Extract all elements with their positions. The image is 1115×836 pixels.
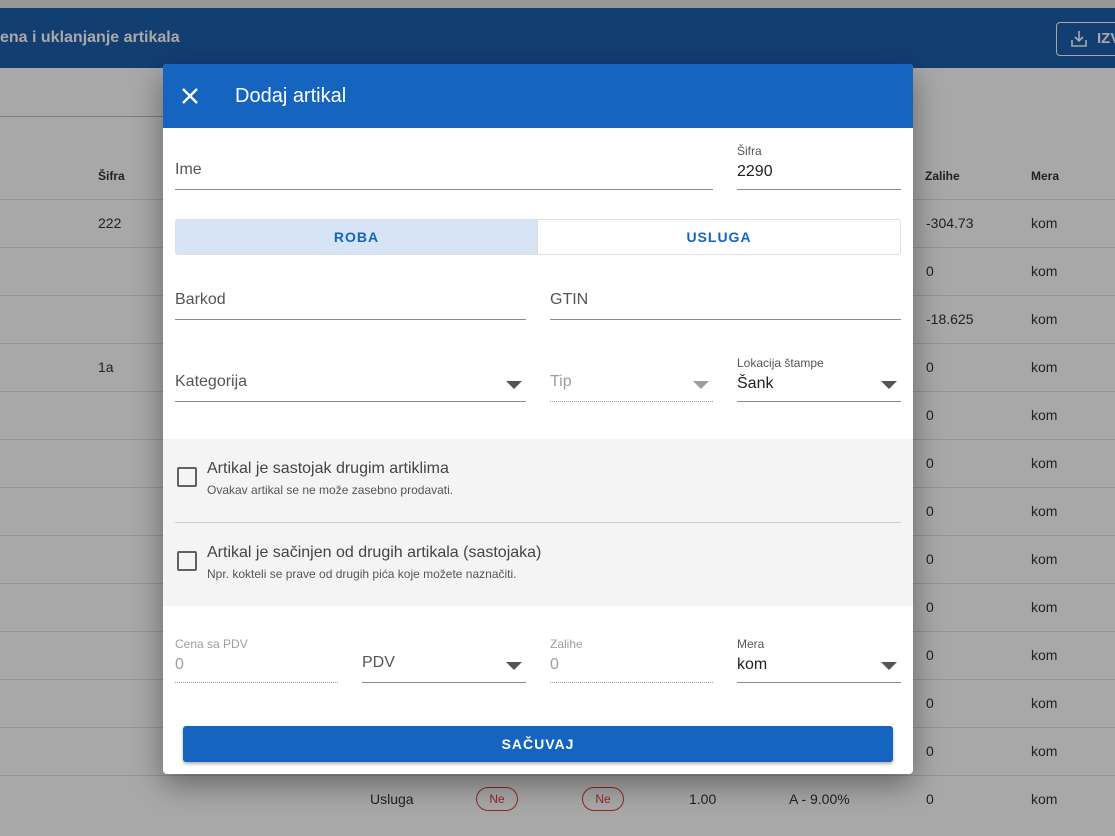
chevron-down-icon — [693, 381, 709, 389]
barcode-underline — [175, 319, 526, 320]
composite-checkbox[interactable] — [177, 551, 197, 571]
ingredient-option[interactable]: Artikal je sastojak drugim artiklima Ova… — [175, 460, 901, 520]
options-divider — [175, 522, 901, 523]
unit-select[interactable]: Mera kom — [737, 637, 901, 687]
vat-select[interactable]: PDV — [362, 637, 526, 687]
stock-value: 0 — [550, 656, 559, 673]
item-type-toggle: ROBA USLUGA — [175, 219, 901, 255]
stock-label: Zalihe — [550, 637, 583, 651]
toggle-service[interactable]: USLUGA — [538, 220, 900, 254]
chevron-down-icon — [506, 662, 522, 670]
barcode-label: Barkod — [175, 291, 226, 308]
chevron-down-icon — [881, 662, 897, 670]
code-underline — [737, 189, 901, 190]
price-underline — [175, 682, 338, 683]
price-value: 0 — [175, 656, 184, 673]
dialog-header: Dodaj artikal — [163, 64, 913, 128]
name-label: Ime — [175, 161, 202, 178]
ingredient-title: Artikal je sastojak drugim artiklima — [207, 460, 449, 477]
close-icon — [182, 88, 198, 104]
save-button[interactable]: SAČUVAJ — [183, 726, 893, 762]
unit-underline — [737, 682, 901, 683]
unit-label: Mera — [737, 637, 765, 651]
ingredient-checkbox[interactable] — [177, 467, 197, 487]
name-underline — [175, 189, 713, 190]
stock-underline — [550, 682, 713, 683]
gtin-underline — [550, 319, 901, 320]
add-item-dialog: Dodaj artikal Ime Šifra 2290 ROBA USLUGA… — [163, 64, 913, 774]
price-field[interactable]: Cena sa PDV 0 — [175, 637, 338, 687]
name-field[interactable]: Ime — [175, 144, 713, 194]
category-underline — [175, 401, 526, 402]
ingredient-subtitle: Ovakav artikal se ne može zasebno prodav… — [207, 483, 454, 497]
code-field[interactable]: Šifra 2290 — [737, 144, 901, 194]
stock-field[interactable]: Zalihe 0 — [550, 637, 713, 687]
type-underline — [550, 401, 713, 402]
category-label: Kategorija — [175, 373, 248, 390]
vat-underline — [362, 682, 526, 683]
unit-value: kom — [737, 656, 768, 673]
toggle-goods[interactable]: ROBA — [176, 220, 538, 254]
composite-subtitle: Npr. kokteli se prave od drugih pića koj… — [207, 567, 517, 581]
gtin-field[interactable]: GTIN — [550, 274, 901, 324]
type-select[interactable]: Tip — [550, 356, 713, 406]
print-location-select[interactable]: Lokacija štampe Šank — [737, 356, 901, 406]
type-label: Tip — [550, 373, 572, 390]
chevron-down-icon — [881, 381, 897, 389]
vat-label: PDV — [362, 654, 395, 671]
composite-title: Artikal je sačinjen od drugih artikala (… — [207, 544, 542, 561]
print-location-value: Šank — [737, 375, 774, 392]
dialog-title: Dodaj artikal — [235, 85, 347, 107]
print-location-label: Lokacija štampe — [737, 356, 824, 370]
chevron-down-icon — [506, 381, 522, 389]
gtin-label: GTIN — [550, 291, 589, 308]
close-button[interactable] — [178, 84, 202, 108]
barcode-field[interactable]: Barkod — [175, 274, 526, 324]
price-label: Cena sa PDV — [175, 637, 248, 651]
print-location-underline — [737, 401, 901, 402]
composite-option[interactable]: Artikal je sačinjen od drugih artikala (… — [175, 544, 901, 604]
category-select[interactable]: Kategorija — [175, 356, 526, 406]
code-value: 2290 — [737, 163, 773, 180]
code-label: Šifra — [737, 144, 762, 158]
